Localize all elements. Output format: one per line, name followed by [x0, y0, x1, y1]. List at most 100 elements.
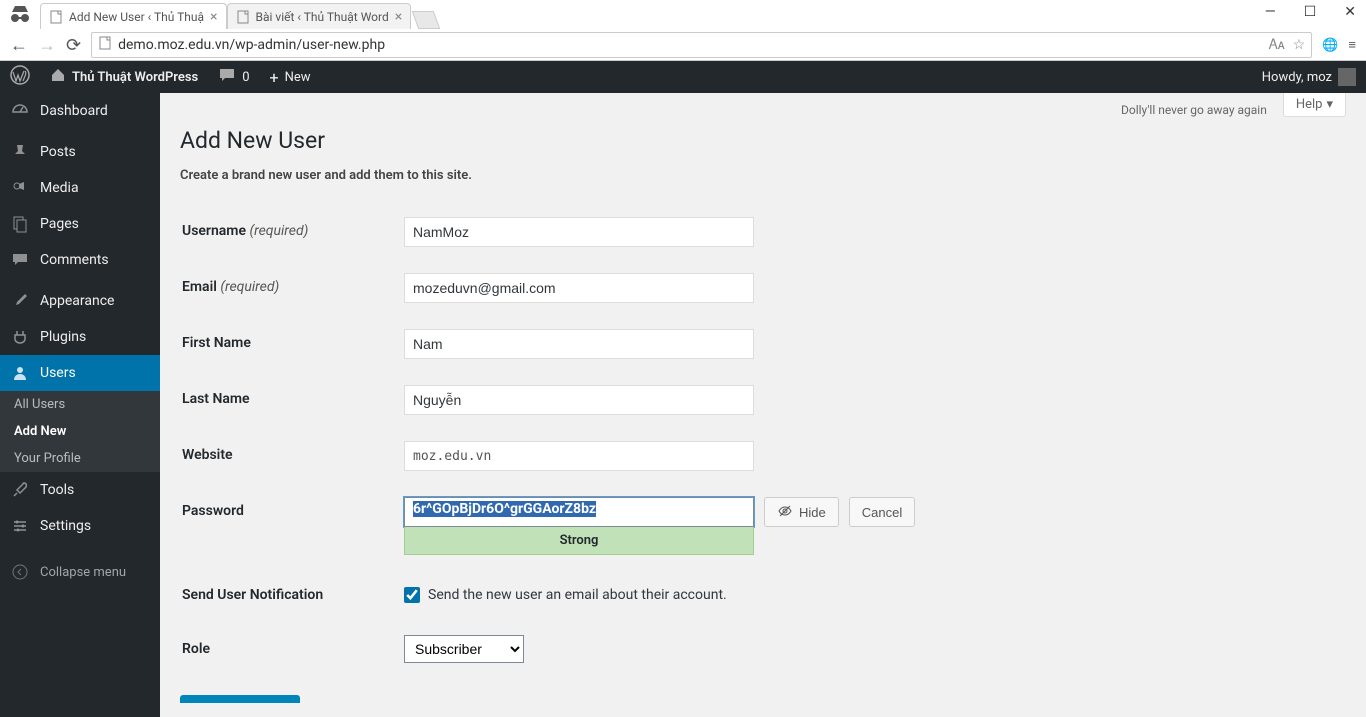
home-icon: [50, 67, 66, 87]
menu-icon[interactable]: ≡: [1348, 37, 1356, 53]
menu-label: Plugins: [40, 329, 86, 345]
hide-password-button[interactable]: Hide: [764, 497, 839, 527]
minimize-button[interactable]: —: [1259, 2, 1282, 22]
comment-icon: [218, 66, 236, 88]
help-label: Help: [1296, 97, 1323, 112]
firstname-input[interactable]: [404, 329, 754, 359]
sliders-icon: [10, 516, 30, 536]
user-form: Username (required) Email (required) Fir…: [180, 203, 1346, 677]
browser-tab-0[interactable]: Add New User ‹ Thủ Thuậ ×: [40, 3, 227, 29]
label-role: Role: [182, 623, 402, 675]
comments-count: 0: [242, 70, 249, 85]
hello-dolly: Dolly'll never go away again: [1121, 93, 1271, 117]
tab-close-icon[interactable]: ×: [210, 10, 217, 24]
chevron-down-icon: ▾: [1326, 97, 1333, 112]
maximize-button[interactable]: ☐: [1298, 2, 1323, 22]
collapse-label: Collapse menu: [40, 565, 126, 580]
submenu-users: All Users Add New Your Profile: [0, 391, 160, 472]
send-notification-checkbox[interactable]: [404, 587, 420, 603]
avatar: [1338, 68, 1356, 86]
label-username: Username (required): [182, 205, 402, 259]
menu-tools[interactable]: Tools: [0, 472, 160, 508]
menu-label: Settings: [40, 518, 91, 534]
submenu-your-profile[interactable]: Your Profile: [0, 445, 160, 472]
tab-title: Bài viết ‹ Thủ Thuật Word: [256, 10, 389, 24]
password-input[interactable]: 6r^GOpBjDr6O^grGGAorZ8bz: [404, 497, 754, 527]
page-icon: [98, 36, 112, 54]
email-input[interactable]: [404, 273, 754, 303]
url-bar[interactable]: demo.moz.edu.vn/wp-admin/user-new.php 🗛 …: [91, 32, 1312, 58]
tab-close-icon[interactable]: ×: [395, 10, 402, 24]
file-icon: [49, 10, 63, 24]
browser-tab-1[interactable]: Bài viết ‹ Thủ Thuật Word ×: [227, 3, 412, 29]
account-link[interactable]: Howdy, moz: [1252, 61, 1366, 93]
translate-icon[interactable]: 🗛: [1269, 37, 1285, 53]
close-button[interactable]: ✕: [1338, 2, 1362, 22]
password-strength: Strong: [404, 527, 754, 555]
new-content-link[interactable]: + New: [260, 61, 321, 93]
tab-title: Add New User ‹ Thủ Thuậ: [69, 10, 204, 24]
site-name-link[interactable]: Thủ Thuật WordPress: [40, 61, 208, 93]
collapse-menu[interactable]: Collapse menu: [0, 554, 160, 590]
plug-icon: [10, 327, 30, 347]
menu-comments[interactable]: Comments: [0, 242, 160, 278]
submenu-all-users[interactable]: All Users: [0, 391, 160, 418]
menu-label: Pages: [40, 216, 79, 232]
wp-adminbar: Thủ Thuật WordPress 0 + New Howdy, moz: [0, 61, 1366, 93]
forward-button[interactable]: →: [38, 35, 56, 56]
lastname-input[interactable]: [404, 385, 754, 415]
notification-text: Send the new user an email about their a…: [428, 587, 727, 603]
website-input[interactable]: [404, 441, 754, 471]
pages-icon: [10, 214, 30, 234]
menu-dashboard[interactable]: Dashboard: [0, 93, 160, 129]
label-firstname: First Name: [182, 317, 402, 371]
bookmark-icon[interactable]: ☆: [1293, 37, 1306, 53]
wp-logo[interactable]: [0, 61, 40, 93]
menu-plugins[interactable]: Plugins: [0, 319, 160, 355]
incognito-icon: [8, 4, 32, 24]
comments-icon: [10, 250, 30, 270]
cancel-password-button[interactable]: Cancel: [849, 497, 915, 527]
menu-label: Users: [40, 365, 76, 381]
media-icon: [10, 178, 30, 198]
wp-content: Dolly'll never go away again Help ▾ Add …: [160, 93, 1366, 717]
wordpress-icon: [10, 65, 30, 89]
url-text: demo.moz.edu.vn/wp-admin/user-new.php: [118, 37, 1269, 53]
page-title: Add New User: [180, 127, 1346, 154]
menu-settings[interactable]: Settings: [0, 508, 160, 544]
add-user-button[interactable]: [180, 695, 300, 703]
menu-users[interactable]: Users: [0, 355, 160, 391]
new-tab-button[interactable]: [412, 11, 441, 29]
collapse-icon: [10, 562, 30, 582]
dashboard-icon: [10, 101, 30, 121]
plus-icon: +: [270, 68, 279, 87]
menu-label: Dashboard: [40, 103, 108, 119]
pin-icon: [10, 142, 30, 162]
user-icon: [10, 363, 30, 383]
help-tab[interactable]: Help ▾: [1283, 93, 1346, 117]
file-icon: [236, 10, 250, 24]
site-name: Thủ Thuật WordPress: [72, 70, 198, 85]
browser-chrome: — ☐ ✕ Add New User ‹ Thủ Thuậ × Bài viết…: [0, 0, 1366, 61]
role-select[interactable]: Subscriber: [404, 635, 524, 663]
menu-label: Appearance: [40, 293, 114, 309]
menu-label: Posts: [40, 144, 76, 160]
comments-link[interactable]: 0: [208, 61, 259, 93]
globe-icon[interactable]: 🌐: [1322, 38, 1338, 53]
label-email: Email (required): [182, 261, 402, 315]
window-controls: — ☐ ✕: [1259, 2, 1362, 22]
submenu-add-new[interactable]: Add New: [0, 418, 160, 445]
menu-label: Comments: [40, 252, 109, 268]
username-input[interactable]: [404, 217, 754, 247]
label-lastname: Last Name: [182, 373, 402, 427]
menu-media[interactable]: Media: [0, 170, 160, 206]
nav-bar: ← → ⟳ demo.moz.edu.vn/wp-admin/user-new.…: [0, 29, 1366, 61]
label-website: Website: [182, 429, 402, 483]
menu-pages[interactable]: Pages: [0, 206, 160, 242]
reload-button[interactable]: ⟳: [66, 35, 81, 56]
brush-icon: [10, 291, 30, 311]
howdy-text: Howdy, moz: [1262, 70, 1332, 85]
back-button[interactable]: ←: [10, 35, 28, 56]
menu-posts[interactable]: Posts: [0, 134, 160, 170]
menu-appearance[interactable]: Appearance: [0, 283, 160, 319]
